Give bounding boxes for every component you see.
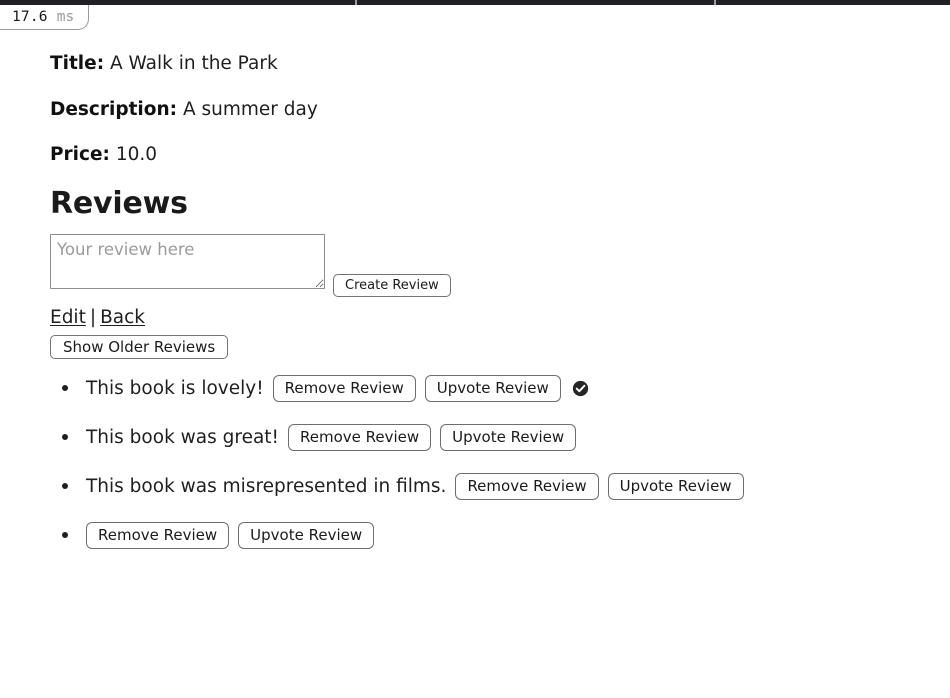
page-content: Title: A Walk in the Park Description: A…	[0, 30, 950, 569]
review-text: This book was great!	[86, 426, 279, 448]
review-input[interactable]	[50, 234, 325, 290]
book-description-value: A summer day	[182, 98, 318, 120]
review-composer: Create Review	[0, 234, 950, 298]
review-item: This book was great! Remove Review Upvot…	[86, 422, 950, 452]
upvote-review-button[interactable]: Upvote Review	[238, 521, 375, 549]
devtools-top-bar	[0, 0, 950, 5]
edit-link[interactable]: Edit	[50, 307, 86, 328]
devbar-segment-right	[716, 0, 950, 5]
back-link[interactable]: Back	[100, 307, 145, 328]
reviews-list: This book is lovely! Remove Review Upvot…	[0, 373, 950, 550]
review-item: This book is lovely! Remove Review Upvot…	[86, 373, 950, 403]
remove-review-button[interactable]: Remove Review	[272, 374, 416, 402]
remove-review-button[interactable]: Remove Review	[86, 521, 230, 549]
remove-review-button[interactable]: Remove Review	[455, 472, 599, 500]
book-price-row: Price: 10.0	[50, 121, 950, 167]
upvote-review-button[interactable]: Upvote Review	[607, 472, 744, 500]
book-price-label: Price:	[50, 144, 110, 166]
review-item: This book was misrepresented in films. R…	[86, 471, 950, 501]
book-description-row: Description: A summer day	[50, 76, 950, 122]
timing-unit: ms	[56, 9, 75, 25]
review-text: This book is lovely!	[86, 377, 264, 399]
action-links: Edit | Back	[50, 307, 950, 329]
render-timing-badge: 17.6 ms	[0, 5, 90, 30]
create-review-button[interactable]: Create Review	[333, 274, 451, 298]
remove-review-button[interactable]: Remove Review	[287, 423, 432, 451]
timing-value: 17.6	[12, 9, 48, 25]
show-older-reviews-button[interactable]: Show Older Reviews	[50, 335, 229, 360]
book-price-value: 10.0	[115, 144, 158, 166]
upvote-review-button[interactable]: Upvote Review	[440, 423, 577, 451]
review-text: This book was misrepresented in films.	[86, 475, 447, 497]
check-circle-icon	[572, 380, 589, 397]
links-separator: |	[89, 307, 97, 329]
review-item: Remove Review Upvote Review	[86, 520, 950, 550]
book-description-label: Description:	[50, 98, 178, 120]
book-title-value: A Walk in the Park	[109, 53, 278, 74]
book-title-row: Title: A Walk in the Park	[50, 30, 950, 76]
devbar-segment-center	[357, 0, 714, 5]
upvote-review-button[interactable]: Upvote Review	[424, 374, 561, 402]
reviews-heading: Reviews	[50, 186, 188, 222]
book-title-label: Title:	[50, 53, 105, 74]
